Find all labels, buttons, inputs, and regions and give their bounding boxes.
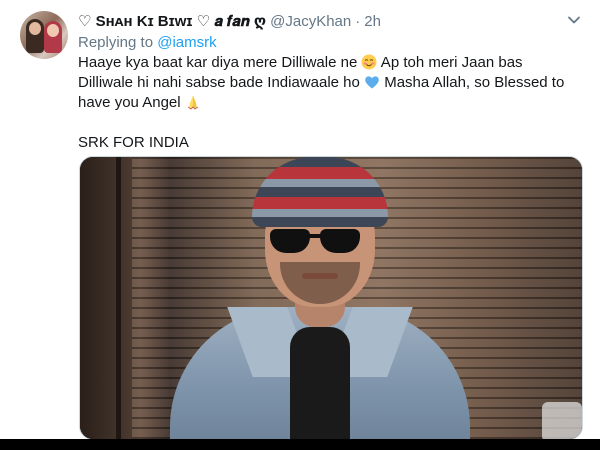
tweet-text-segment-1: Haaye kya baat kar diya mere Dilliwale n… [78,54,358,71]
display-name[interactable]: ♡ Sʜᴀʜ Kɪ Bɪᴡɪ ♡ 𝒂 𝒇𝒂𝒏 ღ [78,12,266,30]
replying-label: Replying to [78,34,154,51]
tweet-text: Haaye kya baat kar diya mere Dilliwale n… [78,53,578,153]
media-image[interactable] [79,156,583,439]
replying-mention-link[interactable]: @iamsrk [157,34,216,51]
avatar[interactable] [20,11,68,59]
timestamp[interactable]: 2h [364,13,381,30]
tweet-text-paragraph-1: Haaye kya baat kar diya mere Dilliwale n… [78,53,578,113]
smiling-face-emoji [361,54,377,70]
tweet-card[interactable]: ♡ Sʜᴀʜ Kɪ Bɪᴡɪ ♡ 𝒂 𝒇𝒂𝒏 ღ @JacyKhan · 2h … [0,0,600,439]
tweet-text-paragraph-2: SRK FOR INDIA [78,134,189,151]
chevron-down-icon[interactable] [566,12,582,28]
separator-dot: · [355,12,361,30]
blue-heart-emoji [364,74,380,90]
folded-hands-emoji [185,94,201,110]
tweet-header: ♡ Sʜᴀʜ Kɪ Bɪᴡɪ ♡ 𝒂 𝒇𝒂𝒏 ღ @JacyKhan · 2h [78,11,381,31]
replying-to: Replying to @iamsrk [78,34,217,51]
user-handle[interactable]: @JacyKhan [270,13,351,30]
